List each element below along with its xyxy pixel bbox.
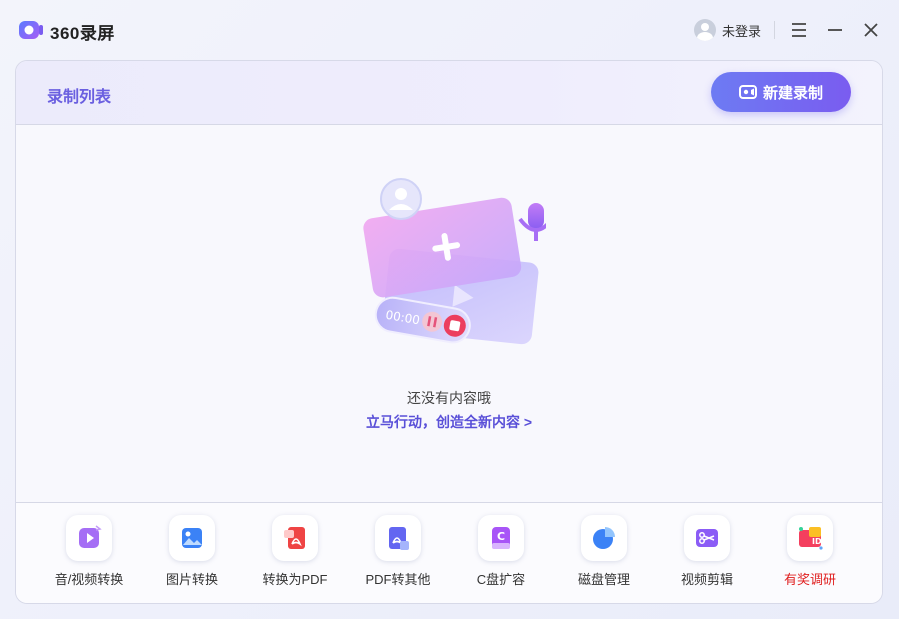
tool-image-convert[interactable]: 图片转换: [147, 515, 237, 595]
tool-label: 视频剪辑: [680, 572, 733, 587]
login-status[interactable]: 未登录: [722, 21, 761, 40]
tool-label: 转换为PDF: [262, 572, 328, 587]
tool-label: PDF转其他: [365, 572, 431, 587]
new-recording-label: 新建录制: [762, 84, 823, 102]
tool-pdf-to-other[interactable]: PDF转其他: [353, 515, 443, 595]
empty-state: 00:00 还没有内容哦 立马行动，创造全新内容 >: [16, 125, 882, 502]
close-icon[interactable]: [859, 18, 883, 42]
disk-manage-icon: [581, 515, 627, 561]
avatar[interactable]: [694, 19, 716, 41]
tool-label: 有奖调研: [783, 572, 836, 587]
to-pdf-icon: [272, 515, 318, 561]
empty-message: 还没有内容哦: [407, 390, 491, 406]
tool-label: 磁盘管理: [577, 572, 630, 587]
pdf-to-other-icon: [375, 515, 421, 561]
media-convert-icon: [66, 515, 112, 561]
title-bar: 360录屏 未登录: [0, 0, 899, 60]
tool-video-edit[interactable]: 视频剪辑: [662, 515, 752, 595]
user-login[interactable]: 未登录: [694, 18, 761, 42]
start-creating-link[interactable]: 立马行动，创造全新内容 >: [16, 412, 882, 432]
record-camera-icon: [738, 85, 757, 99]
svg-text:ID: ID: [812, 537, 822, 546]
svg-text:C: C: [497, 530, 505, 543]
tool-to-pdf[interactable]: 转换为PDF: [250, 515, 340, 595]
panel-title: 录制列表: [47, 89, 112, 106]
title-divider: [774, 21, 775, 39]
video-edit-icon: [684, 515, 730, 561]
tool-disk-manage[interactable]: 磁盘管理: [559, 515, 649, 595]
tool-label: 图片转换: [165, 572, 218, 587]
tool-label: C盘扩容: [476, 572, 526, 587]
app-title: 360录屏: [50, 24, 115, 43]
panel-header: 录制列表 新建录制: [16, 61, 882, 125]
tools-bar: 音/视频转换 图片转换 转换为PDF PDF转其他 C C盘扩容 磁盘管理 视频…: [16, 502, 882, 603]
survey-icon: ID: [787, 515, 833, 561]
minimize-icon[interactable]: [823, 18, 847, 42]
menu-icon[interactable]: [787, 18, 811, 42]
new-recording-button[interactable]: 新建录制: [711, 72, 851, 112]
c-drive-icon: C: [478, 515, 524, 561]
tool-survey[interactable]: ID 有奖调研: [765, 515, 855, 595]
recording-list-panel: 录制列表 新建录制 00:00 还没有内容哦 立马行动，创造全新内容 > 音/视…: [15, 60, 883, 604]
tool-label: 音/视频转换: [54, 572, 124, 587]
tool-media-convert[interactable]: 音/视频转换: [44, 515, 134, 595]
image-convert-icon: [169, 515, 215, 561]
app-logo-icon: [19, 21, 43, 39]
empty-illustration: 00:00: [363, 178, 546, 345]
tool-c-drive-expand[interactable]: C C盘扩容: [456, 515, 546, 595]
